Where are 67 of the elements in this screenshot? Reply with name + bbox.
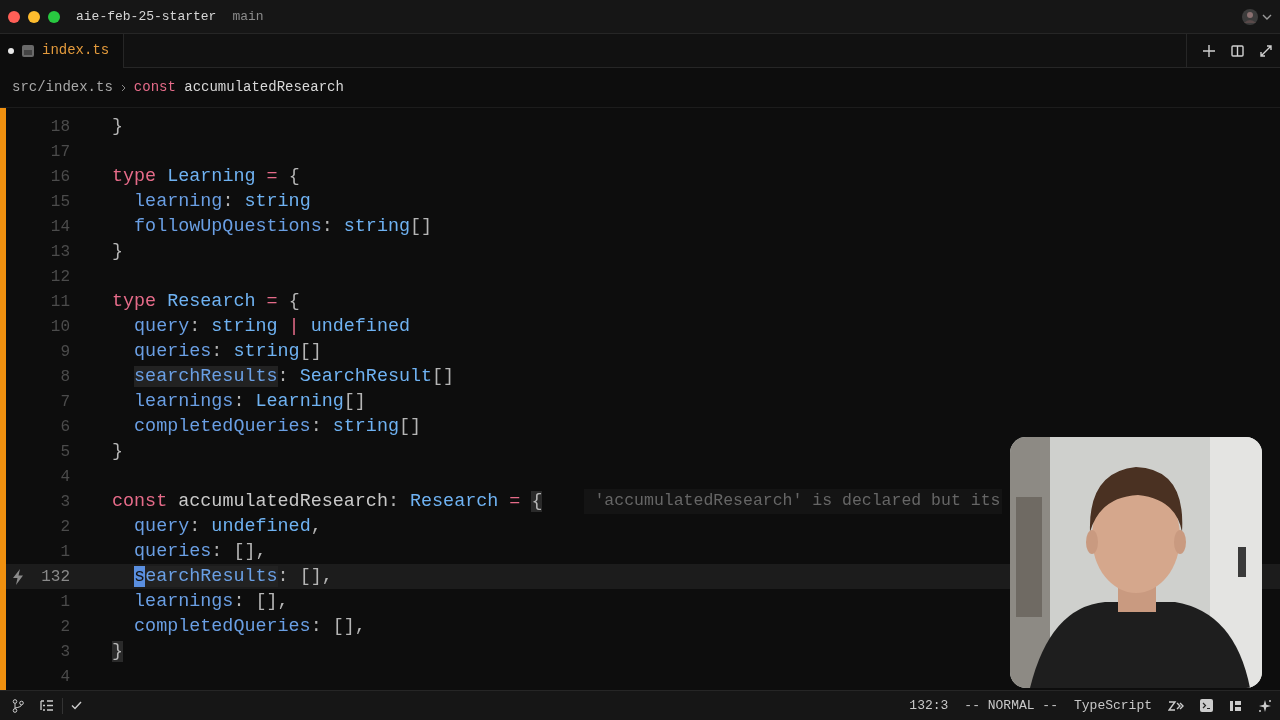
file-type-icon: [22, 44, 34, 57]
lightning-icon[interactable]: [12, 568, 24, 585]
line-number: 5: [60, 441, 70, 463]
outline-icon[interactable]: [40, 700, 54, 711]
chevron-right-icon: [120, 83, 126, 92]
line-number: 13: [50, 241, 70, 263]
split-pane-icon[interactable]: [1231, 44, 1244, 57]
code-line: followUpQuestions: string[]: [133, 215, 433, 239]
line-number: 9: [60, 341, 70, 363]
close-button[interactable]: [8, 10, 20, 23]
code-line: const accumulatedResearch: Research = {: [112, 490, 543, 514]
cursor-position[interactable]: 132:3: [909, 695, 949, 716]
avatar-icon[interactable]: [1242, 8, 1258, 25]
line-number: 15: [50, 191, 70, 213]
inline-diagnostic: 'accumulatedResearch' is declared but its: [584, 489, 1003, 514]
code-line: learnings: Learning[]: [133, 390, 366, 414]
line-number: 1: [60, 591, 70, 613]
check-icon[interactable]: [71, 701, 82, 710]
line-number: 3: [60, 641, 70, 663]
code-line: completedQueries: [],: [133, 615, 366, 639]
language-selector[interactable]: TypeScript: [1074, 695, 1152, 716]
line-number: 12: [50, 266, 70, 288]
vim-mode: -- NORMAL --: [964, 696, 1058, 715]
code-line: learnings: [],: [133, 590, 289, 614]
line-number: 2: [60, 516, 70, 538]
line-number: 7: [60, 391, 70, 413]
code-line: searchResults: SearchResult[]: [133, 365, 455, 389]
code-line: type Research = {: [112, 290, 300, 314]
plus-icon[interactable]: [1203, 44, 1215, 57]
code-line: query: undefined,: [133, 515, 322, 539]
code-line: }: [112, 440, 124, 464]
panel-icon[interactable]: [1229, 699, 1242, 712]
editor-tab[interactable]: index.ts: [0, 33, 125, 68]
code-line: completedQueries: string[]: [133, 415, 422, 439]
terminal-icon[interactable]: [1200, 699, 1213, 712]
branch-name[interactable]: main: [232, 6, 264, 27]
line-number: 10: [50, 316, 70, 338]
maximize-button[interactable]: [48, 10, 60, 23]
line-number: 11: [50, 291, 70, 313]
chevron-down-icon[interactable]: [1262, 13, 1272, 20]
line-number: 14: [50, 216, 70, 238]
code-line: queries: string[]: [133, 340, 322, 364]
code-line: type Learning = {: [112, 165, 300, 189]
breadcrumb-path[interactable]: src/index.ts: [12, 77, 113, 98]
expand-icon[interactable]: [1260, 44, 1272, 57]
line-number: 132: [41, 566, 70, 588]
sparkle-icon[interactable]: [1258, 698, 1272, 713]
code-line: }: [112, 240, 124, 264]
code-line: learning: string: [133, 190, 311, 214]
breadcrumb-symbol[interactable]: const accumulatedResearch: [133, 77, 344, 98]
line-number: 16: [50, 166, 70, 188]
git-branch-icon[interactable]: [12, 698, 24, 713]
line-number: 8: [60, 366, 70, 388]
line-number: 17: [50, 141, 70, 163]
line-number: 18: [50, 116, 70, 138]
line-number: 4: [60, 666, 70, 688]
line-number: 2: [60, 616, 70, 638]
code-line: }: [112, 115, 124, 139]
line-number: 3: [60, 491, 70, 513]
line-number: 1: [60, 541, 70, 563]
project-name[interactable]: aie-feb-25-starter: [76, 6, 217, 27]
minimize-button[interactable]: [28, 10, 40, 23]
edit-prediction-icon[interactable]: [1168, 699, 1184, 712]
code-line: query: string | undefined: [133, 315, 410, 339]
line-number: 6: [60, 416, 70, 438]
line-number: 4: [60, 466, 70, 488]
code-line: queries: [],: [133, 540, 267, 564]
